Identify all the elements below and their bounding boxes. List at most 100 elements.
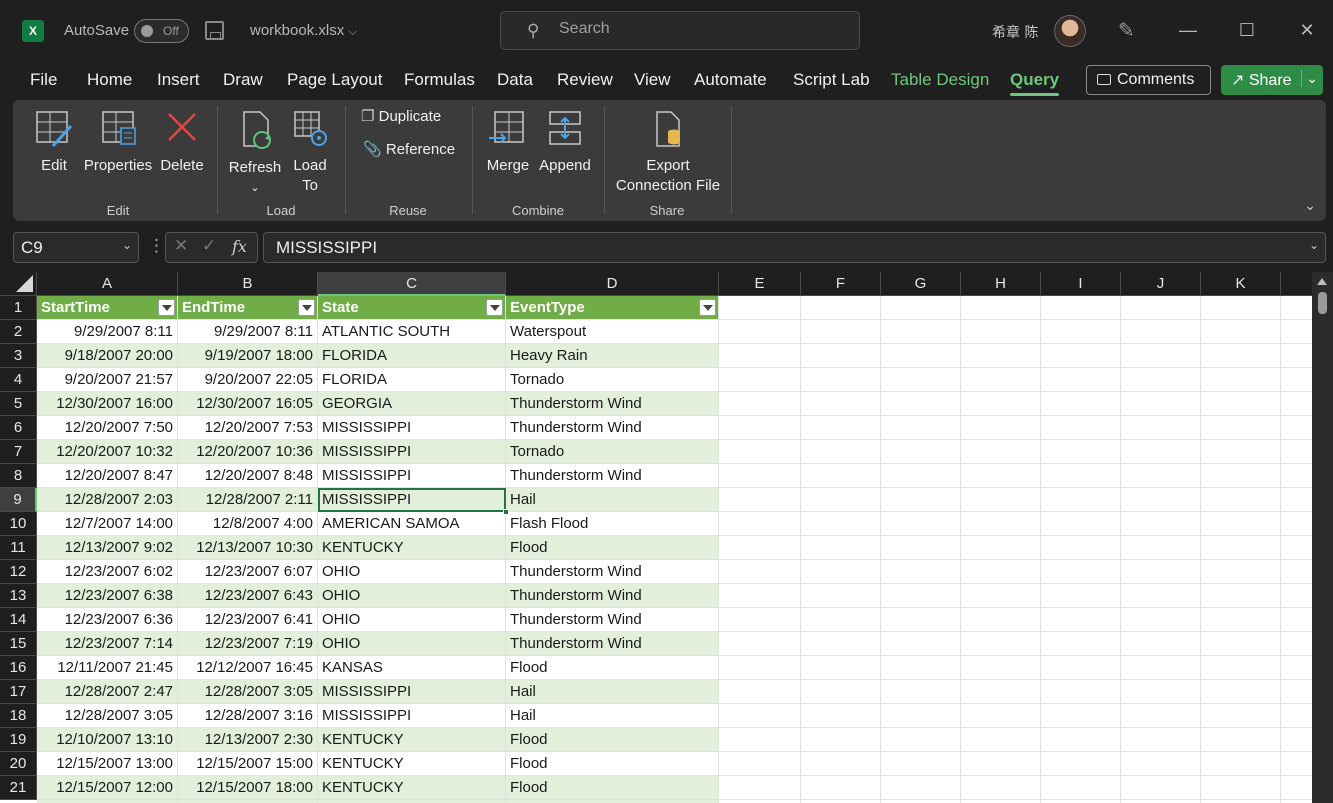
empty-cell[interactable] — [1281, 752, 1312, 776]
empty-cell[interactable] — [881, 704, 961, 728]
empty-cell[interactable] — [1121, 464, 1201, 488]
empty-cell[interactable] — [1281, 560, 1312, 584]
table-cell[interactable]: 12/15/2007 18:00 — [178, 776, 318, 800]
empty-cell[interactable] — [1041, 584, 1121, 608]
empty-cell[interactable] — [1281, 392, 1312, 416]
table-cell[interactable]: 12/13/2007 2:30 — [178, 728, 318, 752]
empty-cell[interactable] — [1041, 320, 1121, 344]
empty-cell[interactable] — [1121, 416, 1201, 440]
table-cell[interactable]: Hail — [506, 704, 719, 728]
empty-cell[interactable] — [719, 296, 801, 320]
table-cell[interactable]: Waterspout — [506, 320, 719, 344]
table-cell[interactable]: KENTUCKY — [318, 536, 506, 560]
empty-cell[interactable] — [961, 344, 1041, 368]
table-cell[interactable]: 12/15/2007 15:00 — [178, 752, 318, 776]
table-cell[interactable]: 12/23/2007 6:02 — [37, 560, 178, 584]
empty-cell[interactable] — [719, 512, 801, 536]
empty-cell[interactable] — [801, 704, 881, 728]
tab-table-design[interactable]: Table Design — [891, 70, 989, 90]
empty-cell[interactable] — [1201, 320, 1281, 344]
close-button[interactable]: ✕ — [1292, 16, 1322, 44]
table-header-cell[interactable]: StartTime — [37, 296, 178, 320]
share-button[interactable]: ↗ Share ⌄ — [1221, 65, 1323, 95]
empty-cell[interactable] — [1201, 752, 1281, 776]
table-cell[interactable]: 12/8/2007 4:00 — [178, 512, 318, 536]
empty-cell[interactable] — [1281, 704, 1312, 728]
empty-cell[interactable] — [1201, 728, 1281, 752]
empty-cell[interactable] — [961, 632, 1041, 656]
row-header[interactable]: 20 — [0, 752, 37, 776]
empty-cell[interactable] — [1121, 752, 1201, 776]
empty-cell[interactable] — [881, 632, 961, 656]
empty-cell[interactable] — [801, 344, 881, 368]
table-cell[interactable]: 12/11/2007 21:45 — [37, 656, 178, 680]
empty-cell[interactable] — [801, 752, 881, 776]
table-cell[interactable]: 12/23/2007 6:07 — [178, 560, 318, 584]
filename-dropdown[interactable]: workbook.xlsx ⌵ — [250, 22, 357, 39]
empty-cell[interactable] — [881, 512, 961, 536]
empty-cell[interactable] — [1041, 680, 1121, 704]
filter-dropdown-icon[interactable] — [699, 299, 716, 316]
empty-cell[interactable] — [719, 728, 801, 752]
empty-cell[interactable] — [961, 488, 1041, 512]
table-cell[interactable]: Tornado — [506, 368, 719, 392]
empty-cell[interactable] — [1121, 680, 1201, 704]
vertical-scrollbar[interactable] — [1312, 272, 1333, 803]
column-header-i[interactable]: I — [1041, 272, 1121, 296]
tab-file[interactable]: File — [30, 70, 57, 90]
empty-cell[interactable] — [719, 752, 801, 776]
empty-cell[interactable] — [961, 440, 1041, 464]
scroll-up-icon[interactable] — [1317, 278, 1327, 285]
row-header[interactable]: 2 — [0, 320, 37, 344]
empty-cell[interactable] — [801, 464, 881, 488]
empty-cell[interactable] — [881, 536, 961, 560]
empty-cell[interactable] — [801, 560, 881, 584]
chevron-down-icon[interactable]: ⌄ — [1301, 70, 1318, 87]
empty-cell[interactable] — [801, 488, 881, 512]
table-cell[interactable]: Thunderstorm Wind — [506, 464, 719, 488]
empty-cell[interactable] — [1281, 488, 1312, 512]
row-header[interactable]: 10 — [0, 512, 37, 536]
empty-cell[interactable] — [801, 632, 881, 656]
empty-cell[interactable] — [719, 416, 801, 440]
empty-cell[interactable] — [961, 656, 1041, 680]
scroll-thumb[interactable] — [1318, 292, 1327, 314]
column-header-a[interactable]: A — [37, 272, 178, 296]
table-cell[interactable]: Thunderstorm Wind — [506, 560, 719, 584]
cancel-icon[interactable]: ✕ — [174, 236, 188, 256]
tab-page-layout[interactable]: Page Layout — [287, 70, 382, 90]
empty-cell[interactable] — [1281, 632, 1312, 656]
table-cell[interactable]: Thunderstorm Wind — [506, 632, 719, 656]
merge-button[interactable]: Merge — [485, 108, 531, 176]
table-cell[interactable]: OHIO — [318, 608, 506, 632]
column-header-f[interactable]: F — [801, 272, 881, 296]
empty-cell[interactable] — [719, 320, 801, 344]
empty-cell[interactable] — [1201, 608, 1281, 632]
table-cell[interactable]: 12/20/2007 8:47 — [37, 464, 178, 488]
table-cell[interactable]: 9/20/2007 21:57 — [37, 368, 178, 392]
empty-cell[interactable] — [1041, 296, 1121, 320]
empty-cell[interactable] — [1201, 512, 1281, 536]
empty-cell[interactable] — [881, 440, 961, 464]
table-cell[interactable]: 12/20/2007 7:50 — [37, 416, 178, 440]
comments-button[interactable]: Comments — [1086, 65, 1211, 95]
column-header-partial[interactable] — [1281, 272, 1312, 296]
tab-script-lab[interactable]: Script Lab — [793, 70, 870, 90]
empty-cell[interactable] — [1201, 632, 1281, 656]
export-connection-file-button[interactable]: Export Connection File — [613, 108, 723, 196]
empty-cell[interactable] — [801, 368, 881, 392]
duplicate-button[interactable]: ❐ Duplicate — [361, 107, 441, 127]
empty-cell[interactable] — [1121, 488, 1201, 512]
empty-cell[interactable] — [801, 440, 881, 464]
table-cell[interactable]: Thunderstorm Wind — [506, 416, 719, 440]
empty-cell[interactable] — [881, 344, 961, 368]
tab-insert[interactable]: Insert — [157, 70, 200, 90]
table-cell[interactable]: 12/30/2007 16:00 — [37, 392, 178, 416]
table-cell[interactable]: Flood — [506, 752, 719, 776]
table-cell[interactable]: Hail — [506, 680, 719, 704]
append-button[interactable]: Append — [537, 108, 593, 176]
name-box[interactable]: C9 ⌄ — [13, 232, 139, 263]
empty-cell[interactable] — [1041, 704, 1121, 728]
table-cell[interactable]: 12/10/2007 13:10 — [37, 728, 178, 752]
empty-cell[interactable] — [1041, 392, 1121, 416]
